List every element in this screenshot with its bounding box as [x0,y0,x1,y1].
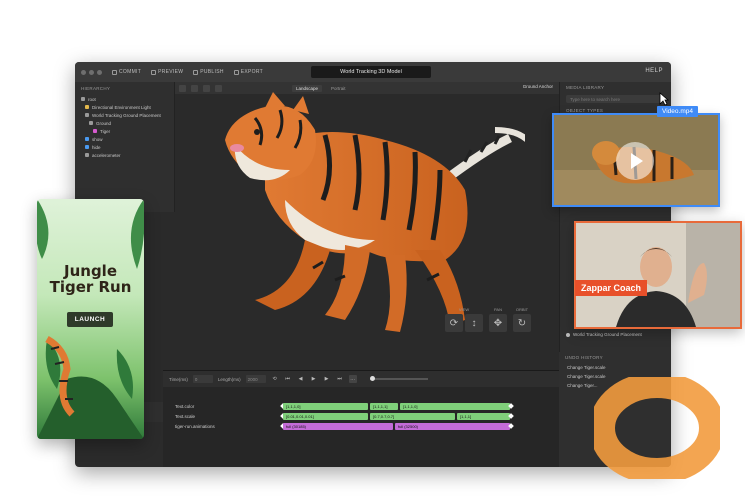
node-icon [81,97,85,101]
coach-photo [576,223,740,327]
commit-icon [112,69,117,75]
undo-history-header: UNDO HISTORY [565,355,603,360]
zoom-slider[interactable] [369,376,428,381]
project-title: World Tracking 3D Model [311,66,431,78]
time-input[interactable]: 0 [192,375,213,383]
step-forward-icon[interactable]: ▶ [323,375,331,383]
step-back-icon[interactable]: ◀ [297,375,305,383]
more-icon[interactable]: … [348,375,357,383]
tree-item-ground-placement[interactable]: World Tracking Ground Placement [75,111,174,119]
track-bar[interactable]: [1,1,1] [457,412,510,420]
maximize-window-icon[interactable] [97,69,102,75]
tree-item-tiger[interactable]: Tiger [75,127,174,135]
video-file-tag: Video.mp4 [657,106,698,117]
preview-icon [151,69,157,75]
pan-gizmo-label: PAN [494,307,502,312]
orbit-gizmo: ORBIT ↻ [513,307,531,332]
timeline-tracks: Text.color [1,1,1,0] [1,1,1,1] [1,1,1,0]… [163,401,559,431]
phone-mockup: Jungle Tiger Run LAUNCH [37,199,144,439]
mouse-pointer-icon [659,92,669,106]
track-bar[interactable]: [1,1,1,1] [370,402,398,410]
hierarchy-header: HIERARCHY [81,86,111,91]
pan-gizmo: PAN ✥ [489,307,507,332]
coach-name-tag: Zappar Coach [575,280,648,296]
scene-viewport[interactable]: Landscape Portrait Ground Anchor VIEW ⟳ … [175,82,559,382]
track-bar[interactable]: [0.7,0.7,0.7] [370,412,455,420]
video-preview-card[interactable] [552,113,720,207]
rotate-view-icon[interactable]: ⟳ [445,314,463,332]
export-button[interactable]: EXPORT [233,69,263,75]
track-bar[interactable]: [1,1,1,0] [400,402,510,410]
list-item-ground-placement[interactable]: World Tracking Ground Placement [560,330,648,339]
launch-button[interactable]: LAUNCH [67,312,113,327]
pan-icon[interactable]: ✥ [489,314,507,332]
toolbar: COMMIT PREVIEW PUBLISH EXPORT [112,69,263,75]
editor-topbar: COMMIT PREVIEW PUBLISH EXPORT World Trac… [75,62,671,82]
view-gizmo: VIEW ⟳ ↕ [445,307,483,332]
tree-item-ground[interactable]: Ground [75,119,174,127]
track-bar[interactable]: full (32500) [395,422,510,430]
track-label: tiger-run.animations [175,423,215,429]
light-icon [85,105,89,109]
commit-button[interactable]: COMMIT [112,69,141,75]
tree-item-root[interactable]: root [75,95,174,103]
model-icon [93,129,97,133]
preview-button[interactable]: PREVIEW [151,69,183,75]
gizmo-controls: VIEW ⟳ ↕ PAN ✥ ORBIT ↻ [445,307,531,332]
orbit-icon[interactable]: ↻ [513,314,531,332]
marketing-composition: COMMIT PREVIEW PUBLISH EXPORT World Trac… [0,0,745,499]
track-row[interactable]: tiger-run.animations full (30185) full (… [163,421,559,431]
help-button[interactable]: HELP [645,68,663,74]
media-library-header: MEDIA LIBRARY [566,85,605,90]
undo-item[interactable]: Change Tiger.scale [559,363,671,372]
track-row[interactable]: Text.scale [0.01,0.01,0.01] [0.7,0.7,0.7… [163,411,559,421]
tree-item-light[interactable]: Directional Environment Light [75,103,174,111]
node-icon [89,121,93,125]
vertical-move-icon[interactable]: ↕ [465,314,483,332]
minimize-window-icon[interactable] [89,69,94,75]
play-icon[interactable]: ▶ [310,375,318,383]
track-label: Text.scale [175,413,196,419]
loop-icon[interactable]: ⟲ [271,375,279,383]
node-icon [85,113,89,117]
publish-icon [193,69,199,75]
orange-ring-decoration [594,377,720,479]
media-search-input[interactable]: Type here to search here [566,95,665,103]
phone-title: Jungle Tiger Run [37,263,144,295]
time-label: Time(ms) [169,376,188,382]
coach-video-card[interactable] [574,221,742,329]
tree-item-hide[interactable]: hide [75,143,174,151]
view-gizmo-label: VIEW [458,307,470,312]
sensor-icon [85,153,89,157]
node-icon [566,332,570,337]
close-window-icon[interactable] [81,69,86,75]
window-controls [81,69,102,75]
track-bar[interactable]: [0.01,0.01,0.01] [283,412,368,420]
publish-button[interactable]: PUBLISH [193,69,224,75]
skip-end-icon[interactable]: ⏭ [336,375,344,383]
tree-item-show[interactable]: show [75,135,174,143]
select-tool-icon[interactable] [179,84,186,92]
track-label: Text.color [175,403,195,409]
timeline-controls: Time(ms) 0 Length(ms) 2000 ⟲ ⏮ ◀ ▶ ▶ ⏭ … [163,371,559,387]
length-input[interactable]: 2000 [245,375,266,383]
play-icon[interactable] [616,142,654,180]
track-row[interactable]: Text.color [1,1,1,0] [1,1,1,1] [1,1,1,0] [163,401,559,411]
length-label: Length(ms) [217,376,241,382]
track-bar[interactable]: full (30185) [283,422,393,430]
export-icon [233,69,239,75]
script-icon [85,145,89,149]
track-bar[interactable]: [1,1,1,0] [283,402,368,410]
phone-title-line2: Tiger Run [49,278,132,296]
zoom-slider-knob[interactable] [369,376,375,381]
timeline-panel: Time(ms) 0 Length(ms) 2000 ⟲ ⏮ ◀ ▶ ▶ ⏭ …… [163,370,559,467]
phone-title-line1: Jungle [64,262,117,280]
anchor-select[interactable]: Ground Anchor [523,84,553,89]
orbit-gizmo-label: ORBIT [515,307,529,312]
script-icon [85,137,89,141]
skip-start-icon[interactable]: ⏮ [284,375,292,383]
tree-item-accelerometer[interactable]: accelerometer [75,151,174,159]
